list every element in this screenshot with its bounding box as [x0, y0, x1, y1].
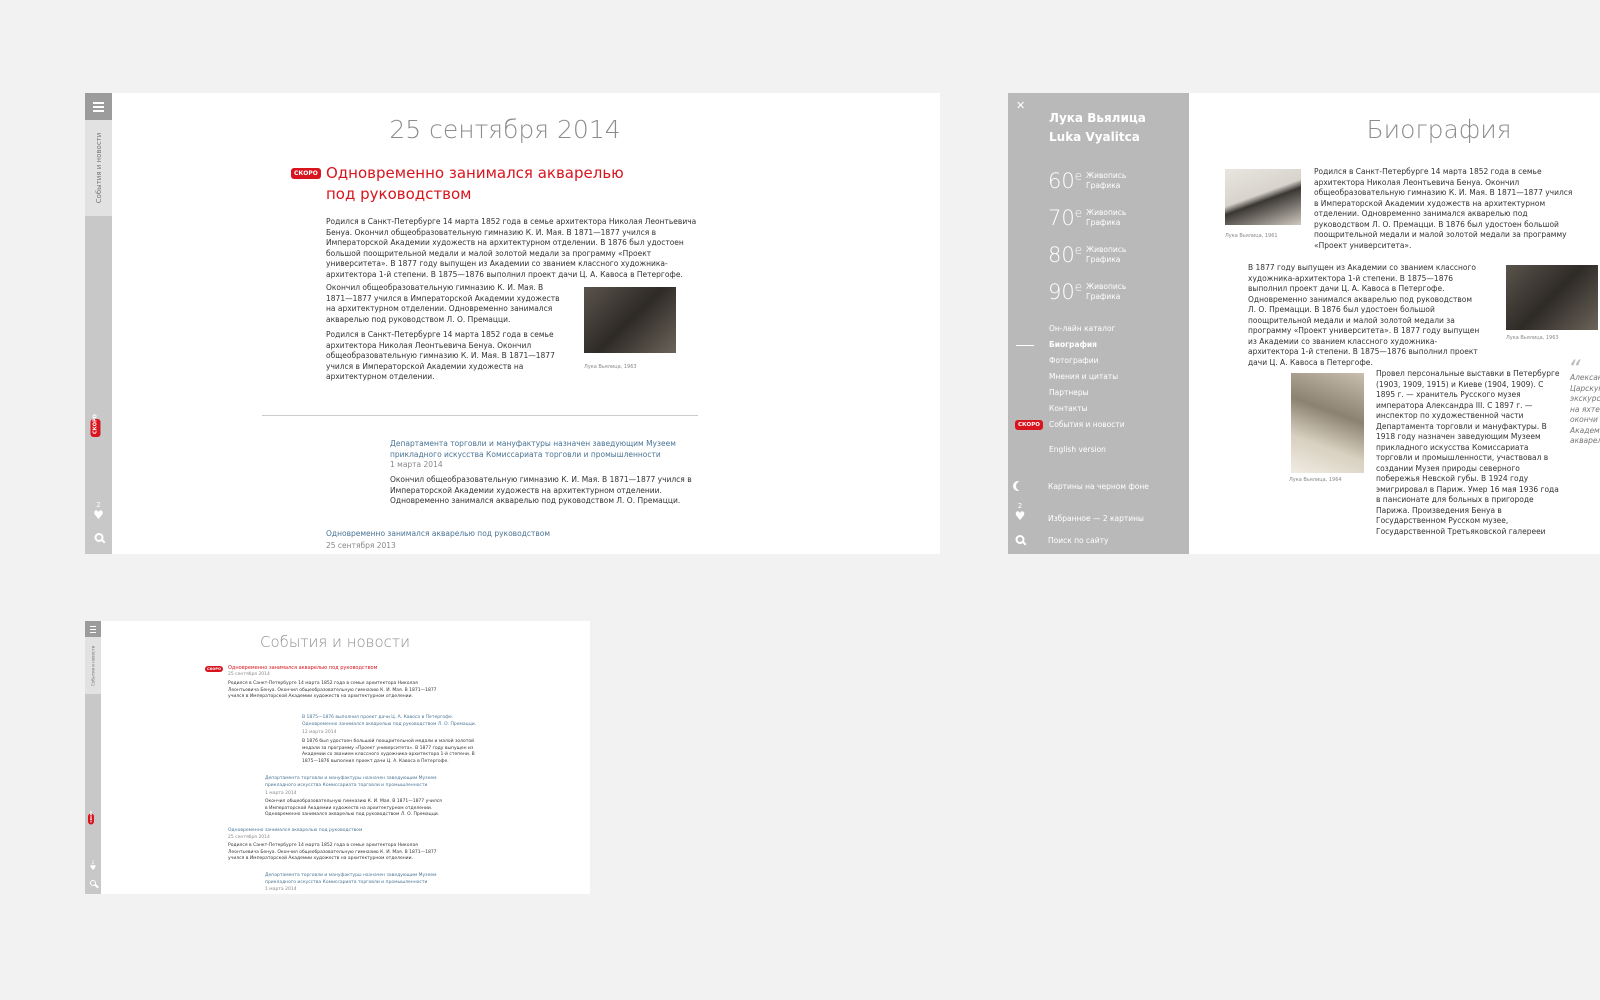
- soon-badge: СКОРО: [291, 168, 321, 179]
- pull-quote: Александр Царскую экскурс на яхте окончи…: [1570, 373, 1600, 445]
- soon-badge[interactable]: СКОРО: [90, 414, 104, 439]
- favorites-button[interactable]: 2 ♥: [90, 861, 96, 872]
- photo-caption: Лука Вьялица, 1963: [1506, 335, 1559, 341]
- news-item-text: Окончил общеобразовательную гимназию К. …: [390, 475, 692, 505]
- soon-badge[interactable]: СКОРО: [88, 811, 97, 825]
- artist-name: Лука Вьялица Luka Vyalitca: [1049, 111, 1146, 144]
- news-item-date: 1 марта 2014: [265, 791, 297, 796]
- bio-paragraph: Родился в Санкт-Петербурге 14 марта 1852…: [1314, 167, 1573, 250]
- page-title: События и новости: [259, 633, 411, 651]
- paragraph: Родился в Санкт-Петербурге 14 марта 1852…: [326, 330, 555, 381]
- open-menu-panel: ✕ Лука Вьялица Luka Vyalitca 60е Живопис…: [1008, 93, 1189, 554]
- soon-badge: СКОРО: [1015, 420, 1043, 430]
- side-rail: События и новости СКОРО 2 ♥: [85, 621, 101, 894]
- decade-70[interactable]: 70е Живопись Графика: [1048, 206, 1126, 230]
- heart-icon: ♥: [1014, 509, 1026, 523]
- close-icon[interactable]: ✕: [1016, 99, 1025, 112]
- news-detail-screen: События и новости СКОРО 2 ♥ 25 сентября …: [85, 93, 940, 554]
- favorites-button[interactable]: 2 ♥: [1014, 503, 1026, 523]
- news-item-title[interactable]: Департамента торговли и мануфактуры назн…: [265, 776, 445, 789]
- biography-screen: ✕ Лука Вьялица Luka Vyalitca 60е Живопис…: [1008, 93, 1600, 554]
- menu-button[interactable]: [85, 621, 101, 637]
- favorites-link[interactable]: Избранное — 2 картины: [1048, 514, 1144, 523]
- section-tab[interactable]: События и новости: [85, 637, 101, 694]
- news-item-text: В 1876 был удостоен большой поощрительно…: [302, 739, 475, 764]
- news-item-text: Окончил общеобразовательную гимназию К. …: [265, 799, 442, 817]
- photo-1963[interactable]: [1506, 265, 1598, 330]
- heart-icon: ♥: [89, 864, 97, 872]
- decade-60[interactable]: 60е Живопись Графика: [1048, 169, 1126, 193]
- english-version-link[interactable]: English version: [1049, 445, 1106, 454]
- menu-item-news[interactable]: События и новости: [1049, 420, 1125, 429]
- menu-item-photos[interactable]: Фотографии: [1049, 356, 1098, 365]
- news-item-date: 12 марта 2014: [302, 730, 337, 735]
- paragraph: Окончил общеобразовательную гимназию К. …: [326, 283, 560, 324]
- menu-item-catalog[interactable]: Он-лайн каталог: [1049, 324, 1115, 333]
- decade-80[interactable]: 80е Живопись Графика: [1048, 243, 1126, 267]
- news-item-title[interactable]: Департамента торговли и мануфактуры назн…: [390, 439, 680, 460]
- bio-paragraph: Провел персональные выставки в Петербург…: [1376, 369, 1560, 536]
- moon-icon[interactable]: [1016, 481, 1026, 491]
- lead-title: Одновременно занимался акварелью под рук…: [326, 164, 624, 203]
- news-item-date: 25 сентября 2014: [228, 672, 270, 677]
- page-title: 25 сентября 2014: [389, 115, 621, 144]
- favorites-button[interactable]: 2 ♥: [93, 502, 104, 522]
- menu-item-partners[interactable]: Партнеры: [1049, 388, 1089, 397]
- menu-item-biography[interactable]: Биография: [1049, 340, 1097, 349]
- side-rail: События и новости СКОРО 2 ♥: [85, 93, 112, 554]
- news-item-date: 1 марта 2014: [390, 460, 443, 469]
- news-item-date: 25 сентября 2013: [326, 541, 396, 550]
- page-title: Биография: [1366, 115, 1512, 144]
- search-icon[interactable]: [90, 880, 96, 886]
- news-item-title[interactable]: Департамента торговли и мануфактуры назн…: [265, 873, 445, 886]
- news-item-text: Родился в Санкт-Петербурге 14 марта 1852…: [228, 681, 437, 699]
- section-label: События и новости: [94, 132, 103, 204]
- decade-90[interactable]: 90е Живопись Графика: [1048, 280, 1126, 304]
- news-item-title[interactable]: Одновременно занимался акварелью под рук…: [228, 828, 362, 833]
- news-item-date: 25 сентября 2014: [228, 835, 270, 840]
- news-item-title[interactable]: Одновременно занимался акварелью под рук…: [228, 665, 377, 671]
- news-list-screen: События и новости СКОРО 2 ♥ События и но…: [85, 621, 590, 894]
- photo-1961[interactable]: [1225, 169, 1301, 225]
- section-tab[interactable]: События и новости: [85, 120, 112, 216]
- photo-caption: Лука Вьялица, 1964: [1289, 477, 1342, 483]
- photo-caption: Лука Вьялица, 1963: [584, 364, 637, 370]
- menu-item-contacts[interactable]: Контакты: [1049, 404, 1088, 413]
- news-item-title[interactable]: Одновременно занимался акварелью под рук…: [326, 529, 550, 538]
- lead-paragraph: Родился в Санкт-Петербурге 14 марта 1852…: [326, 217, 697, 279]
- site-search-link[interactable]: Поиск по сайту: [1048, 536, 1108, 545]
- news-item-date: 1 марта 2014: [265, 887, 297, 892]
- bio-paragraph: В 1877 году выпущен из Академии со звани…: [1248, 263, 1480, 367]
- photo-1964[interactable]: [1291, 373, 1364, 473]
- menu-button[interactable]: [85, 93, 112, 120]
- soon-badge: СКОРО: [205, 666, 223, 672]
- active-marker: [1016, 345, 1034, 346]
- search-icon[interactable]: [94, 533, 103, 542]
- heart-icon: ♥: [93, 508, 104, 522]
- photo-caption: Лука Вьялица, 1961: [1225, 233, 1278, 239]
- dark-background-toggle[interactable]: Картины на черном фоне: [1048, 482, 1149, 491]
- section-label: События и новости: [90, 645, 96, 686]
- news-item-title[interactable]: В 1875—1876 выполнил проект дачи Ц. А. К…: [302, 715, 482, 728]
- portrait-photo[interactable]: [584, 287, 676, 353]
- search-icon[interactable]: [1015, 535, 1025, 544]
- menu-item-quotes[interactable]: Мнения и цитаты: [1049, 372, 1118, 381]
- divider: [262, 415, 698, 416]
- news-item-text: Родился в Санкт-Петербурге 14 марта 1852…: [228, 843, 437, 861]
